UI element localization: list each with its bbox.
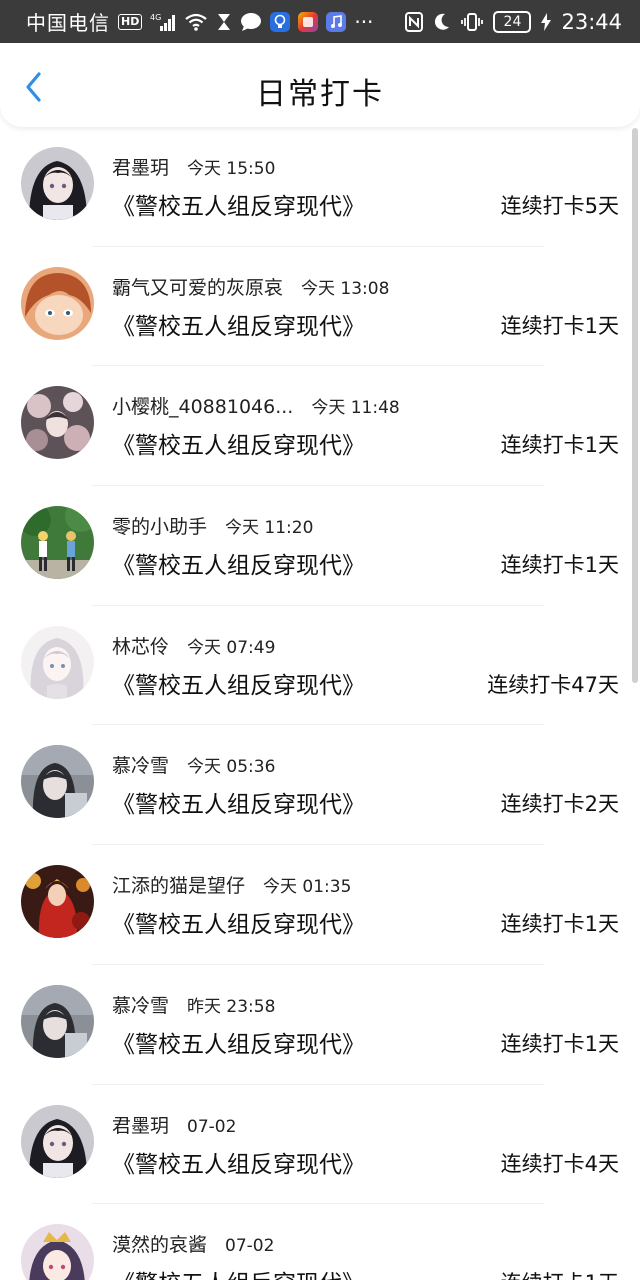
streak-label: 连续打卡5天 [500, 194, 619, 218]
message-bubble-icon [240, 12, 262, 32]
checkin-meta: 慕冷雪 今天 05:36 [112, 751, 275, 778]
lightbulb-app-icon [270, 11, 291, 32]
status-bar: 中国电信 HD 4G ··· 24 23:44 [0, 0, 640, 43]
user-name[interactable]: 零的小助手 [112, 512, 207, 539]
checkin-time: 今天 05:36 [187, 757, 276, 778]
checkin-meta: 君墨玥 07-02 [112, 1111, 236, 1138]
title-bar: 日常打卡 [0, 43, 640, 127]
checkin-time: 今天 01:35 [263, 877, 352, 898]
checkin-item[interactable]: 林芯伶 今天 07:49 《警校五人组反穿现代》 连续打卡47天 [0, 606, 640, 726]
avatar[interactable] [21, 1224, 94, 1280]
checkin-item[interactable]: 君墨玥 07-02 《警校五人组反穿现代》 连续打卡4天 [0, 1085, 640, 1205]
user-name[interactable]: 江添的猫是望仔 [112, 871, 245, 898]
hourglass-icon [216, 12, 232, 32]
book-title[interactable]: 《警校五人组反穿现代》 [112, 307, 365, 341]
book-title[interactable]: 《警校五人组反穿现代》 [112, 785, 365, 819]
streak-label: 连续打卡1天 [500, 553, 619, 578]
avatar[interactable] [21, 625, 94, 699]
checkin-item[interactable]: 零的小助手 今天 11:20 《警校五人组反穿现代》 连续打卡1天 [0, 486, 640, 606]
checkin-time: 07-02 [225, 1236, 275, 1257]
checkin-time: 今天 13:08 [301, 278, 390, 299]
checkin-item[interactable]: 漠然的哀酱 07-02 《警校五人组反穿现代》 连续打卡1天 [0, 1204, 640, 1280]
checkin-item[interactable]: 慕冷雪 今天 05:36 《警校五人组反穿现代》 连续打卡2天 [0, 725, 640, 845]
book-title[interactable]: 《警校五人组反穿现代》 [112, 426, 365, 460]
avatar[interactable] [21, 147, 94, 220]
moon-icon [433, 12, 451, 32]
clock: 23:44 [561, 9, 622, 34]
cellular-signal-icon: 4G [150, 12, 176, 32]
user-name[interactable]: 霸气又可爱的灰原哀 [112, 273, 283, 300]
status-bar-left: 中国电信 HD 4G ··· [26, 7, 405, 36]
streak-label: 连续打卡47天 [487, 672, 619, 697]
hd-icon: HD [118, 13, 143, 30]
user-name[interactable]: 慕冷雪 [112, 751, 169, 778]
checkin-meta: 小樱桃_40881046... 今天 11:48 [112, 392, 400, 419]
avatar[interactable] [21, 506, 94, 580]
checkin-item[interactable]: 慕冷雪 昨天 23:58 《警校五人组反穿现代》 连续打卡1天 [0, 965, 640, 1085]
checkin-item[interactable]: 君墨玥 今天 15:50 《警校五人组反穿现代》 连续打卡5天 [0, 127, 640, 247]
book-title[interactable]: 《警校五人组反穿现代》 [112, 187, 365, 221]
streak-label: 连续打卡1天 [500, 313, 619, 338]
checkin-meta: 漠然的哀酱 07-02 [112, 1230, 274, 1257]
page-title: 日常打卡 [256, 77, 384, 112]
nfc-icon [405, 11, 424, 32]
checkin-meta: 零的小助手 今天 11:20 [112, 512, 313, 539]
avatar[interactable] [21, 386, 94, 460]
book-title[interactable]: 《警校五人组反穿现代》 [112, 1264, 365, 1280]
avatar[interactable] [21, 266, 94, 340]
user-name[interactable]: 慕冷雪 [112, 991, 169, 1018]
scrollbar[interactable] [632, 128, 638, 683]
checkin-meta: 林芯伶 今天 07:49 [112, 632, 275, 659]
checkin-meta: 江添的猫是望仔 今天 01:35 [112, 871, 351, 898]
book-title[interactable]: 《警校五人组反穿现代》 [112, 1025, 365, 1059]
user-name[interactable]: 小樱桃_40881046... [112, 392, 293, 419]
user-name[interactable]: 林芯伶 [112, 632, 169, 659]
avatar[interactable] [21, 1104, 94, 1178]
user-name[interactable]: 君墨玥 [112, 1111, 169, 1138]
photo-app-icon [298, 11, 319, 32]
checkin-meta: 慕冷雪 昨天 23:58 [112, 991, 275, 1018]
checkin-time: 07-02 [187, 1116, 237, 1137]
checkin-item[interactable]: 小樱桃_40881046... 今天 11:48 《警校五人组反穿现代》 连续打… [0, 366, 640, 486]
book-title[interactable]: 《警校五人组反穿现代》 [112, 905, 365, 939]
book-title[interactable]: 《警校五人组反穿现代》 [112, 546, 365, 580]
avatar[interactable] [21, 865, 94, 939]
checkin-item[interactable]: 江添的猫是望仔 今天 01:35 《警校五人组反穿现代》 连续打卡1天 [0, 845, 640, 965]
streak-label: 连续打卡1天 [500, 912, 619, 937]
streak-label: 连续打卡1天 [500, 1031, 619, 1056]
svg-text:4G: 4G [150, 13, 161, 22]
checkin-time: 今天 07:49 [187, 637, 276, 658]
checkin-meta: 霸气又可爱的灰原哀 今天 13:08 [112, 273, 389, 300]
book-title[interactable]: 《警校五人组反穿现代》 [112, 666, 365, 700]
streak-label: 连续打卡4天 [500, 1151, 619, 1176]
checkin-time: 今天 11:20 [225, 518, 314, 539]
streak-label: 连续打卡1天 [500, 433, 619, 458]
checkin-time: 昨天 23:58 [187, 996, 276, 1017]
music-app-icon [326, 11, 347, 32]
status-bar-right: 24 23:44 [405, 10, 622, 34]
avatar[interactable] [21, 745, 94, 819]
checkin-list[interactable]: 君墨玥 今天 15:50 《警校五人组反穿现代》 连续打卡5天 霸气又可爱的灰原… [0, 127, 640, 1280]
checkin-item[interactable]: 霸气又可爱的灰原哀 今天 13:08 《警校五人组反穿现代》 连续打卡1天 [0, 247, 640, 367]
charging-bolt-icon [541, 12, 552, 31]
battery-icon: 24 [493, 10, 532, 33]
streak-label: 连续打卡2天 [500, 792, 619, 817]
avatar[interactable] [21, 984, 94, 1058]
checkin-time: 今天 15:50 [187, 159, 276, 179]
book-title[interactable]: 《警校五人组反穿现代》 [112, 1145, 365, 1179]
user-name[interactable]: 君墨玥 [112, 153, 169, 180]
streak-label: 连续打卡1天 [501, 1267, 619, 1280]
checkin-time: 今天 11:48 [311, 398, 400, 419]
checkin-meta: 君墨玥 今天 15:50 [112, 153, 275, 180]
wifi-icon [184, 12, 208, 32]
more-notifications-icon: ··· [354, 9, 374, 34]
carrier-label: 中国电信 [26, 11, 110, 35]
vibrate-icon [461, 12, 484, 32]
user-name[interactable]: 漠然的哀酱 [112, 1230, 207, 1257]
